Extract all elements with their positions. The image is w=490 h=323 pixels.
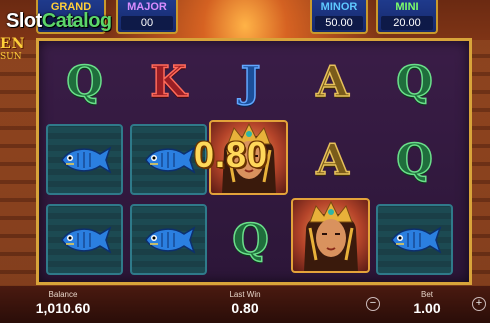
win-amount-overlay: 0.80	[194, 134, 269, 175]
reel-cell: Q	[375, 123, 454, 196]
jackpot-minor-label: MINOR	[320, 1, 358, 13]
jackpot-major: MAJOR 00	[116, 0, 178, 34]
symbol-a: A	[315, 134, 349, 184]
jackpot-minor: MINOR 50.00	[310, 0, 368, 34]
reel-cell	[291, 198, 370, 273]
reel-cell	[375, 203, 454, 276]
watermark-prefix: Slot	[6, 10, 42, 32]
game-logo-line2: SUN	[0, 52, 22, 62]
reel-cell: Q	[375, 45, 454, 118]
jackpot-major-value: 00	[121, 16, 173, 30]
reel-cell: J	[211, 45, 290, 118]
temple-left-decoration	[0, 40, 40, 300]
minus-icon[interactable]: −	[366, 297, 380, 311]
plus-icon[interactable]: +	[472, 297, 486, 311]
jackpot-mini: MINI 20.00	[376, 0, 438, 34]
game-logo: EN SUN	[0, 36, 40, 62]
reel-cell: K	[129, 45, 208, 118]
balance-label: Balance	[48, 290, 78, 299]
game-scene: GRAND 00 MAJOR 00 MINOR 50.00 MINI 20.00…	[0, 0, 490, 323]
symbol-q: Q	[395, 134, 433, 184]
symbol-q: Q	[395, 56, 433, 106]
fish-symbol-icon	[130, 204, 207, 275]
fish-symbol-icon	[376, 204, 453, 275]
jackpot-mini-value: 20.00	[381, 16, 433, 30]
symbol-a: A	[315, 56, 349, 106]
symbol-j: J	[240, 56, 261, 106]
queen-symbol-icon	[291, 198, 370, 273]
reel-cell: Q	[45, 45, 124, 118]
bet-display: Bet 1.00	[392, 290, 462, 316]
jackpot-major-label: MAJOR	[127, 1, 167, 13]
watermark-suffix: Catalog	[41, 10, 112, 32]
symbol-q: Q	[231, 214, 269, 264]
balance-value: 1,010.60	[35, 300, 91, 316]
reel-cell	[129, 203, 208, 276]
game-logo-line1: EN	[0, 36, 26, 52]
reel-cell: A	[293, 45, 372, 118]
reel-cell: A	[293, 123, 372, 196]
symbol-q: Q	[65, 56, 103, 106]
bet-label: Bet	[420, 290, 433, 299]
reel-cell: Q	[211, 203, 290, 276]
fish-symbol-icon	[46, 124, 123, 195]
last-win-display: Last Win 0.80	[208, 290, 282, 316]
reel-cell	[45, 123, 124, 196]
last-win-label: Last Win	[229, 290, 261, 299]
watermark: SlotCatalog	[6, 10, 112, 33]
fish-symbol-icon	[46, 204, 123, 275]
reel-cell	[45, 203, 124, 276]
jackpot-mini-label: MINI	[395, 1, 419, 13]
last-win-value: 0.80	[231, 300, 259, 316]
symbol-k: K	[149, 56, 187, 106]
balance-display: Balance 1,010.60	[28, 290, 98, 316]
jackpot-minor-value: 50.00	[315, 16, 363, 30]
bet-value: 1.00	[413, 300, 441, 316]
